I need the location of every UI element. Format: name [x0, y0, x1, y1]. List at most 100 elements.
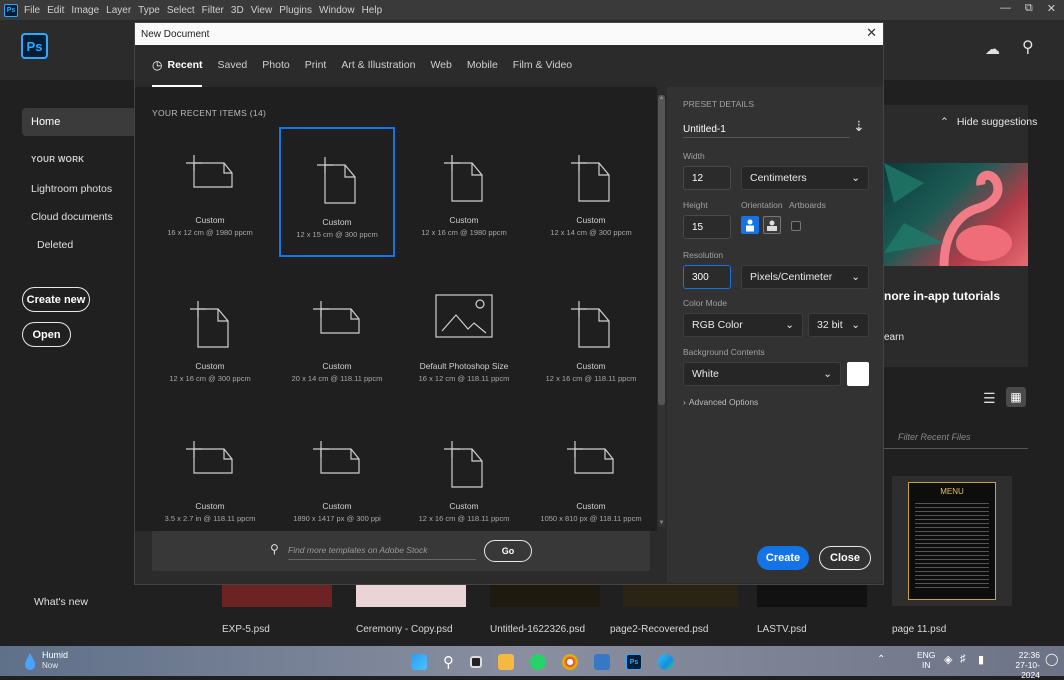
menu-item-plugins[interactable]: Plugins	[279, 5, 312, 16]
tab-art-illustration[interactable]: Art & Illustration	[341, 59, 415, 71]
menu-item-edit[interactable]: Edit	[47, 5, 64, 16]
hide-suggestions-link[interactable]: ⌃ Hide suggestions	[940, 116, 1037, 128]
file-thumb-2[interactable]	[356, 585, 466, 607]
list-view-icon[interactable]: ☰	[983, 390, 996, 407]
sidebar-item-cloud-documents[interactable]: Cloud documents	[31, 211, 113, 223]
grid-view-icon[interactable]: ▦	[1006, 387, 1026, 407]
menu-item-view[interactable]: View	[251, 5, 273, 16]
menu-item-select[interactable]: Select	[167, 5, 195, 16]
background-select[interactable]: White ⌄	[683, 362, 841, 386]
menu-item-3d[interactable]: 3D	[231, 5, 244, 16]
app-icon[interactable]	[594, 654, 610, 670]
wifi-icon[interactable]: ◈	[944, 653, 952, 666]
portrait-orientation-icon[interactable]	[741, 216, 759, 234]
preset-tile[interactable]: Custom 3.5 x 2.7 in @ 118.11 ppcm	[152, 413, 268, 543]
recent-file-name[interactable]: EXP-5.psd	[222, 624, 270, 635]
open-button[interactable]: Open	[22, 322, 71, 347]
preset-tile[interactable]: Custom 12 x 14 cm @ 300 ppcm	[533, 127, 649, 257]
chevron-up-icon[interactable]: ⌃	[877, 654, 885, 665]
notification-icon[interactable]: ◯	[1045, 652, 1058, 666]
tab-saved[interactable]: Saved	[218, 59, 248, 71]
edge-icon[interactable]	[658, 654, 674, 670]
recent-file-name[interactable]: LASTV.psd	[757, 624, 807, 635]
close-button[interactable]: Close	[819, 546, 871, 570]
recent-file-name[interactable]: page2-Recovered.psd	[610, 624, 708, 635]
create-button[interactable]: Create	[757, 546, 809, 570]
windows-start-icon[interactable]	[411, 654, 427, 670]
scroll-down-icon[interactable]: ▼	[658, 520, 665, 526]
file-thumb-3[interactable]	[490, 585, 600, 607]
advanced-options-toggle[interactable]: › Advanced Options	[683, 397, 758, 407]
color-mode-select[interactable]: RGB Color ⌄	[683, 313, 803, 337]
battery-icon[interactable]: ▮	[978, 653, 984, 666]
preset-tile[interactable]: Custom 1050 x 810 px @ 118.11 ppcm	[533, 413, 649, 543]
menu-item-layer[interactable]: Layer	[106, 5, 131, 16]
chrome-icon[interactable]	[562, 654, 578, 670]
tab-photo[interactable]: Photo	[262, 59, 289, 71]
minimize-icon[interactable]: —	[1000, 2, 1011, 15]
recent-file-name[interactable]: Untitled-1622326.psd	[490, 624, 585, 635]
preset-tile[interactable]: Custom 12 x 16 cm @ 118.11 ppcm	[533, 273, 649, 403]
sidebar-item-deleted[interactable]: Deleted	[37, 239, 73, 251]
preset-tile[interactable]: Default Photoshop Size 16 x 12 cm @ 118.1…	[406, 273, 522, 403]
unit-select[interactable]: Centimeters ⌄	[741, 166, 869, 190]
close-icon[interactable]: ✕	[1047, 2, 1056, 15]
file-explorer-icon[interactable]	[498, 654, 514, 670]
file-thumb-1[interactable]	[222, 585, 332, 607]
search-icon[interactable]: ⚲	[1022, 37, 1034, 57]
weather-icon[interactable]	[22, 651, 38, 671]
photoshop-taskbar-icon[interactable]: Ps	[626, 654, 642, 670]
cloud-icon[interactable]: ☁	[985, 40, 1000, 58]
learn-link[interactable]: earn	[884, 332, 904, 343]
volume-icon[interactable]: ♯	[960, 653, 966, 665]
height-input[interactable]: 15	[683, 215, 731, 239]
create-new-button[interactable]: Create new	[22, 287, 90, 312]
sidebar-item-home[interactable]: Home	[22, 108, 134, 136]
filter-recent-input[interactable]: Filter Recent Files	[884, 425, 1028, 449]
whatsapp-icon[interactable]	[530, 654, 546, 670]
menu-item-window[interactable]: Window	[319, 5, 355, 16]
preset-tile[interactable]: Custom 16 x 12 cm @ 1980 ppcm	[152, 127, 268, 257]
recent-file-name[interactable]: page 11.psd	[892, 624, 946, 635]
tab-film-video[interactable]: Film & Video	[513, 59, 572, 71]
scrollbar-thumb[interactable]	[658, 95, 665, 405]
landscape-orientation-icon[interactable]	[763, 216, 781, 234]
preset-tile[interactable]: Custom 20 x 14 cm @ 118.11 ppcm	[279, 273, 395, 403]
preset-tile[interactable]: Custom 1890 x 1417 px @ 300 ppi	[279, 413, 395, 543]
preset-tile[interactable]: Custom 12 x 16 cm @ 1980 ppcm	[406, 127, 522, 257]
resolution-unit-select[interactable]: Pixels/Centimeter ⌄	[741, 265, 869, 289]
go-button[interactable]: Go	[484, 540, 532, 562]
preset-tile[interactable]: Custom 12 x 16 cm @ 300 ppcm	[152, 273, 268, 403]
tab-web[interactable]: Web	[430, 59, 451, 71]
tab-recent[interactable]: ◷ Recent	[152, 58, 203, 72]
stock-search-input[interactable]: Find more templates on Adobe Stock	[288, 540, 476, 560]
task-view-icon[interactable]	[470, 656, 482, 668]
menu-item-filter[interactable]: Filter	[202, 5, 224, 16]
file-thumb-5[interactable]	[757, 585, 867, 607]
preset-tile[interactable]: Custom 12 x 16 cm @ 118.11 ppcm	[406, 413, 522, 543]
restore-icon[interactable]: ⧉	[1025, 2, 1033, 15]
preset-tile[interactable]: Custom 12 x 15 cm @ 300 ppcm	[279, 127, 395, 257]
width-input[interactable]: 12	[683, 166, 731, 190]
tab-mobile[interactable]: Mobile	[467, 59, 498, 71]
language-indicator[interactable]: ENG IN	[917, 650, 935, 670]
background-color-swatch[interactable]	[847, 362, 869, 386]
file-thumb-4[interactable]	[623, 585, 738, 607]
menu-item-image[interactable]: Image	[71, 5, 99, 16]
tutorial-image[interactable]	[884, 163, 1028, 266]
tab-print[interactable]: Print	[305, 59, 327, 71]
dialog-close-icon[interactable]: ✕	[866, 25, 877, 41]
recent-file-name[interactable]: Ceremony - Copy.psd	[356, 624, 453, 635]
menu-item-type[interactable]: Type	[138, 5, 160, 16]
bit-depth-select[interactable]: 32 bit ⌄	[808, 313, 869, 337]
sidebar-item-lightroom[interactable]: Lightroom photos	[31, 183, 112, 195]
search-icon[interactable]: ⚲	[443, 653, 454, 671]
scroll-up-icon[interactable]: ▲	[658, 95, 665, 101]
whats-new-link[interactable]: What's new	[34, 596, 88, 608]
menu-item-file[interactable]: File	[24, 5, 40, 16]
save-preset-icon[interactable]: ⇣	[853, 118, 865, 135]
file-thumb-6[interactable]: MENU	[892, 476, 1012, 606]
menu-item-help[interactable]: Help	[362, 5, 383, 16]
resolution-input[interactable]: 300	[683, 265, 731, 289]
artboards-checkbox[interactable]	[791, 221, 801, 231]
